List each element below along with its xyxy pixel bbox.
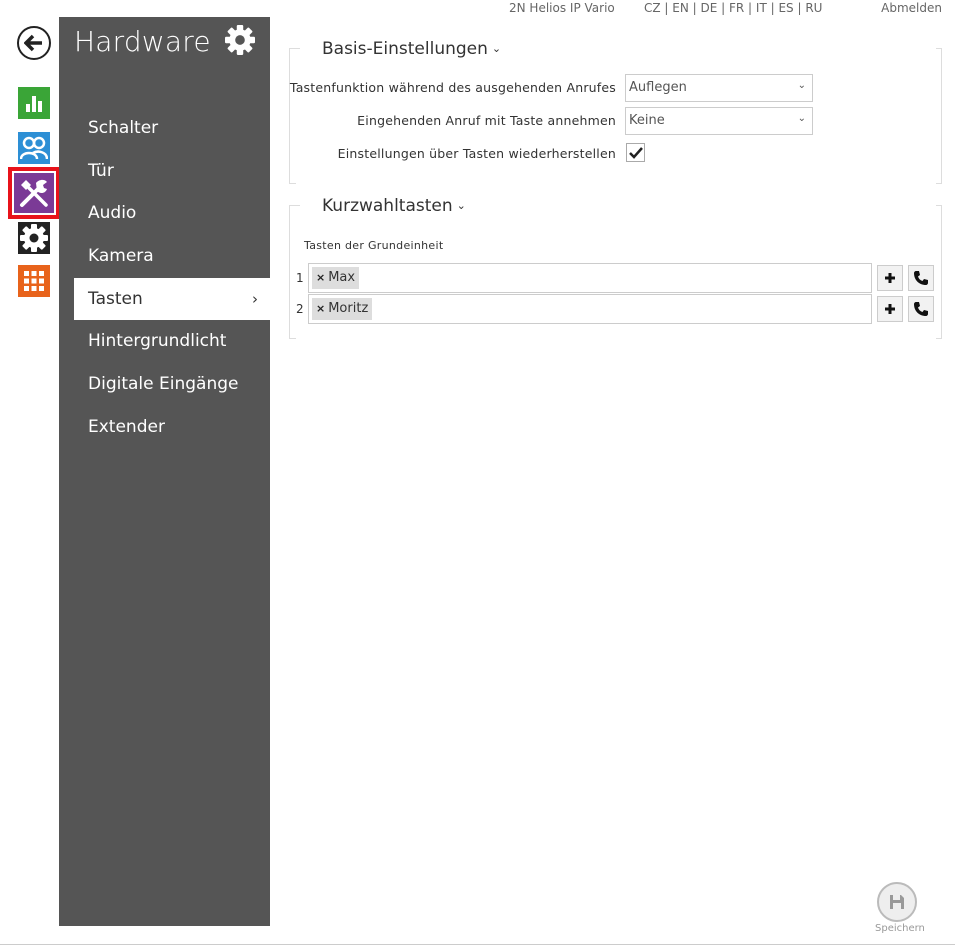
outgoing-call-key-select[interactable]: Auflegen ⌄ bbox=[625, 74, 813, 102]
contact-tag-label: Moritz bbox=[328, 301, 369, 316]
speed-dial-title: Kurzwahltasten bbox=[322, 196, 453, 216]
speed-dial-section: Kurzwahltasten ⌄ Tasten der Grundeinheit … bbox=[289, 196, 943, 339]
restore-settings-row: Einstellungen über Tasten wiederherstell… bbox=[290, 140, 810, 168]
save-label: Speichern bbox=[875, 923, 925, 934]
speed-dial-number: 2 bbox=[296, 302, 304, 316]
speed-dial-number: 1 bbox=[296, 271, 304, 285]
chevron-down-icon: ⌄ bbox=[797, 113, 806, 124]
sidebar: Hardware Schalter Tür Audio Kamera Taste… bbox=[59, 17, 270, 926]
speed-dial-row: 1 × Max bbox=[290, 263, 943, 293]
tools-icon bbox=[20, 179, 48, 207]
device-name: 2N Helios IP Vario bbox=[509, 1, 615, 15]
outgoing-call-key-label: Tastenfunktion während des ausgehenden A… bbox=[289, 80, 616, 95]
sidebar-item-label: Tasten bbox=[88, 288, 143, 309]
add-contact-button[interactable] bbox=[877, 265, 903, 291]
sidebar-item-schalter[interactable]: Schalter bbox=[59, 107, 270, 150]
arrow-left-icon bbox=[24, 34, 42, 52]
contact-tag[interactable]: × Max bbox=[312, 267, 360, 289]
chevron-down-icon: ⌄ bbox=[491, 42, 502, 55]
language-selector[interactable]: CZ | EN | DE | FR | IT | ES | RU bbox=[644, 1, 822, 15]
call-button[interactable] bbox=[908, 265, 934, 291]
answer-call-key-value: Keine bbox=[629, 113, 665, 128]
checkmark-icon bbox=[628, 146, 643, 159]
sidebar-item-extender[interactable]: Extender bbox=[59, 406, 270, 449]
save-button[interactable]: Speichern bbox=[875, 882, 925, 934]
answer-call-key-label: Eingehenden Anruf mit Taste annehmen bbox=[357, 113, 616, 128]
users-icon bbox=[20, 136, 48, 160]
plus-icon bbox=[885, 273, 895, 283]
sidebar-title: Hardware bbox=[74, 25, 211, 58]
restore-settings-checkbox[interactable] bbox=[626, 143, 645, 162]
rail-system-button[interactable] bbox=[15, 220, 53, 256]
sidebar-item-tasten[interactable]: Tasten › bbox=[74, 277, 270, 321]
outgoing-call-key-value: Auflegen bbox=[629, 80, 687, 95]
save-circle bbox=[877, 882, 917, 922]
bottom-divider bbox=[0, 944, 955, 945]
basis-settings-header[interactable]: Basis-Einstellungen ⌄ bbox=[320, 39, 504, 59]
gear-icon bbox=[225, 25, 255, 55]
logout-link[interactable]: Abmelden bbox=[881, 1, 942, 15]
contact-tag-label: Max bbox=[328, 270, 356, 285]
rail-status-button[interactable] bbox=[15, 85, 53, 121]
rail-directory-button[interactable] bbox=[15, 130, 53, 166]
answer-call-key-select[interactable]: Keine ⌄ bbox=[625, 107, 813, 135]
basis-settings-title: Basis-Einstellungen bbox=[322, 39, 488, 59]
chevron-down-icon: ⌄ bbox=[797, 80, 806, 91]
speed-dial-header[interactable]: Kurzwahltasten ⌄ bbox=[320, 196, 468, 216]
page: 2N Helios IP Vario CZ | EN | DE | FR | I… bbox=[0, 0, 955, 947]
call-button[interactable] bbox=[908, 296, 934, 322]
rail-hardware-button[interactable] bbox=[8, 167, 60, 219]
floppy-disk-icon bbox=[890, 895, 904, 909]
sidebar-item-tuer[interactable]: Tür bbox=[59, 150, 270, 193]
back-button[interactable] bbox=[17, 26, 51, 60]
sidebar-nav: Schalter Tür Audio Kamera Tasten › Hinte… bbox=[59, 107, 270, 449]
speed-dial-input[interactable]: × Max bbox=[308, 263, 872, 293]
plus-icon bbox=[885, 304, 895, 314]
speed-dial-input[interactable]: × Moritz bbox=[308, 294, 872, 324]
remove-icon[interactable]: × bbox=[316, 302, 325, 315]
restore-settings-label: Einstellungen über Tasten wiederherstell… bbox=[337, 146, 616, 161]
remove-icon[interactable]: × bbox=[316, 271, 325, 284]
sidebar-item-kamera[interactable]: Kamera bbox=[59, 235, 270, 278]
chevron-down-icon: ⌄ bbox=[456, 199, 466, 212]
basis-settings-section: Basis-Einstellungen ⌄ Tastenfunktion währ… bbox=[289, 39, 942, 184]
base-unit-keys-heading: Tasten der Grundeinheit bbox=[304, 239, 444, 252]
phone-icon bbox=[914, 302, 928, 316]
phone-icon bbox=[914, 271, 928, 285]
sidebar-item-audio[interactable]: Audio bbox=[59, 192, 270, 235]
chevron-right-icon: › bbox=[252, 289, 258, 308]
contact-tag[interactable]: × Moritz bbox=[312, 298, 373, 320]
bar-chart-icon bbox=[26, 96, 42, 112]
rail-services-button[interactable] bbox=[15, 263, 53, 299]
answer-call-key-row: Eingehenden Anruf mit Taste annehmen Kei… bbox=[290, 107, 813, 135]
outgoing-call-key-row: Tastenfunktion während des ausgehenden A… bbox=[289, 74, 813, 102]
grid-icon bbox=[24, 271, 44, 291]
speed-dial-row: 2 × Moritz bbox=[290, 294, 943, 324]
add-contact-button[interactable] bbox=[877, 296, 903, 322]
sidebar-settings-button[interactable] bbox=[225, 25, 257, 57]
sidebar-item-digitale-eingaenge[interactable]: Digitale Eingänge bbox=[59, 363, 270, 406]
sidebar-item-hintergrundlicht[interactable]: Hintergrundlicht bbox=[59, 320, 270, 363]
gear-icon bbox=[20, 224, 48, 252]
